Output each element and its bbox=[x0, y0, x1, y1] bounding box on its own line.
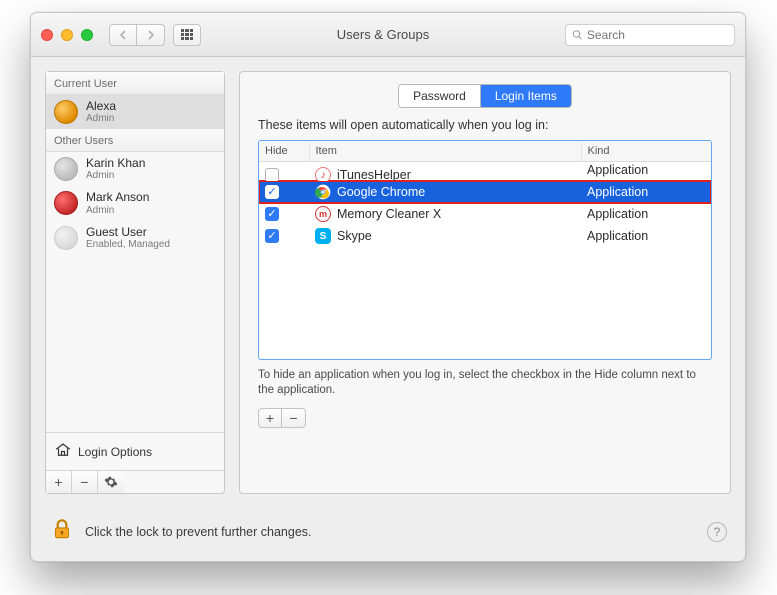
avatar bbox=[54, 191, 78, 215]
user-role: Admin bbox=[86, 170, 145, 181]
user-actions-button[interactable] bbox=[98, 471, 124, 493]
tab-login-items[interactable]: Login Items bbox=[481, 85, 571, 107]
user-name: Alexa bbox=[86, 100, 116, 113]
memory-cleaner-icon: m bbox=[315, 206, 331, 222]
item-kind: Application bbox=[587, 229, 648, 243]
add-remove-items: + − bbox=[258, 408, 712, 428]
chevron-right-icon bbox=[147, 30, 155, 40]
gear-icon bbox=[104, 475, 118, 489]
user-row[interactable]: Mark Anson Admin bbox=[46, 186, 224, 220]
user-role: Enabled, Managed bbox=[86, 239, 170, 250]
grid-icon bbox=[181, 29, 193, 41]
col-kind[interactable]: Kind bbox=[581, 141, 711, 162]
other-users-header: Other Users bbox=[46, 129, 224, 152]
help-button[interactable]: ? bbox=[707, 522, 727, 542]
current-user-header: Current User bbox=[46, 72, 224, 95]
lock-text: Click the lock to prevent further change… bbox=[85, 525, 697, 539]
titlebar: Users & Groups bbox=[31, 13, 745, 57]
hide-checkbox[interactable] bbox=[265, 185, 279, 199]
house-icon bbox=[54, 441, 72, 462]
instruction-text: These items will open automatically when… bbox=[258, 118, 712, 132]
avatar bbox=[54, 100, 78, 124]
col-item[interactable]: Item bbox=[309, 141, 581, 162]
tab-password[interactable]: Password bbox=[399, 85, 481, 107]
table-row[interactable]: ♪ iTunesHelper Application bbox=[259, 162, 711, 182]
user-name: Guest User bbox=[86, 226, 170, 239]
hint-text: To hide an application when you log in, … bbox=[258, 368, 712, 398]
add-user-button[interactable]: + bbox=[46, 471, 72, 493]
item-kind: Application bbox=[587, 207, 648, 221]
table-row[interactable]: m Memory Cleaner X Application bbox=[259, 203, 711, 225]
lock-icon[interactable] bbox=[49, 516, 75, 547]
forward-button[interactable] bbox=[137, 24, 165, 46]
lock-bar: Click the lock to prevent further change… bbox=[31, 504, 745, 561]
item-name: Memory Cleaner X bbox=[337, 207, 441, 221]
login-options-label: Login Options bbox=[78, 445, 152, 459]
table-row[interactable]: S Skype Application bbox=[259, 225, 711, 247]
user-row-current[interactable]: Alexa Admin bbox=[46, 95, 224, 129]
itunes-icon: ♪ bbox=[315, 167, 331, 181]
main-panel: Password Login Items These items will op… bbox=[239, 71, 731, 494]
chevron-left-icon bbox=[119, 30, 127, 40]
minimize-button[interactable] bbox=[61, 29, 73, 41]
search-icon bbox=[572, 29, 583, 41]
search-input[interactable] bbox=[587, 28, 728, 42]
avatar bbox=[54, 226, 78, 250]
item-name: Google Chrome bbox=[337, 185, 425, 199]
tabs: Password Login Items bbox=[240, 84, 730, 108]
hide-checkbox[interactable] bbox=[265, 229, 279, 243]
back-button[interactable] bbox=[109, 24, 137, 46]
user-row[interactable]: Guest User Enabled, Managed bbox=[46, 221, 224, 255]
window-controls bbox=[41, 29, 93, 41]
show-all-button[interactable] bbox=[173, 24, 201, 46]
hide-checkbox[interactable] bbox=[265, 168, 279, 181]
login-options[interactable]: Login Options bbox=[46, 432, 224, 470]
user-role: Admin bbox=[86, 113, 116, 124]
users-sidebar: Current User Alexa Admin Other Users Kar… bbox=[45, 71, 225, 494]
user-row[interactable]: Karin Khan Admin bbox=[46, 152, 224, 186]
add-item-button[interactable]: + bbox=[258, 408, 282, 428]
skype-icon: S bbox=[315, 228, 331, 244]
item-name: Skype bbox=[337, 229, 372, 243]
table-row[interactable]: Google Chrome Application bbox=[259, 181, 711, 203]
close-button[interactable] bbox=[41, 29, 53, 41]
col-hide[interactable]: Hide bbox=[259, 141, 309, 162]
user-name: Karin Khan bbox=[86, 157, 145, 170]
zoom-button[interactable] bbox=[81, 29, 93, 41]
preferences-window: Users & Groups Current User Alexa Admin … bbox=[30, 12, 746, 562]
remove-user-button[interactable]: − bbox=[72, 471, 98, 493]
sidebar-footer: + − bbox=[46, 470, 224, 493]
body: Current User Alexa Admin Other Users Kar… bbox=[31, 57, 745, 504]
user-name: Mark Anson bbox=[86, 191, 149, 204]
item-kind: Application bbox=[587, 163, 648, 177]
hide-checkbox[interactable] bbox=[265, 207, 279, 221]
window-title: Users & Groups bbox=[209, 27, 557, 42]
chrome-icon bbox=[315, 184, 331, 200]
nav-buttons bbox=[109, 24, 165, 46]
item-kind: Application bbox=[587, 185, 648, 199]
login-items-table: Hide Item Kind ♪ iTunesHelper Application bbox=[258, 140, 712, 360]
remove-item-button[interactable]: − bbox=[282, 408, 306, 428]
avatar bbox=[54, 157, 78, 181]
search-field[interactable] bbox=[565, 24, 735, 46]
user-role: Admin bbox=[86, 205, 149, 216]
item-name: iTunesHelper bbox=[337, 168, 411, 181]
